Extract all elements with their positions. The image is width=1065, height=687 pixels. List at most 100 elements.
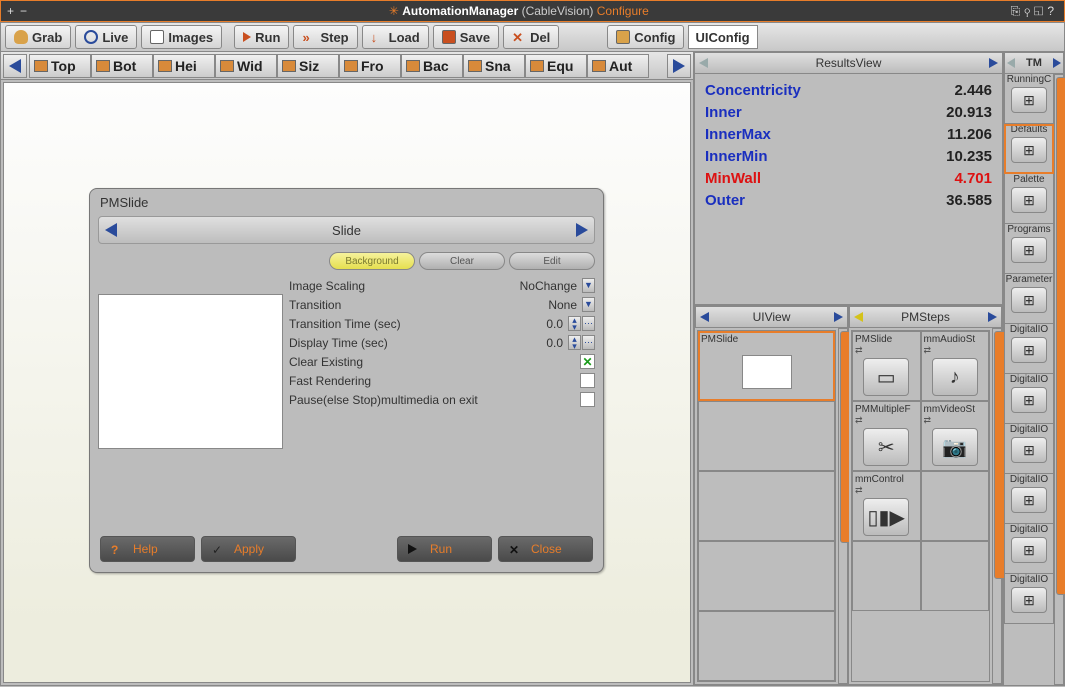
run-button[interactable]: Run xyxy=(234,25,289,49)
tm-item[interactable]: DigitalIO⊞ xyxy=(1004,524,1054,574)
prop-transition-label: Transition xyxy=(289,298,511,312)
arrow-right-icon[interactable] xyxy=(989,58,998,68)
arrow-left-icon[interactable] xyxy=(700,312,709,322)
dialog-run-button[interactable]: Run xyxy=(397,536,492,562)
tm-item[interactable]: Palette⊞ xyxy=(1004,174,1054,224)
dropdown-icon[interactable]: ▼ xyxy=(582,278,595,293)
close-button[interactable]: ✕Close xyxy=(498,536,593,562)
uiview-cell[interactable] xyxy=(698,611,835,681)
del-button[interactable]: ✕Del xyxy=(503,25,559,49)
dropdown-icon[interactable]: ▼ xyxy=(582,297,595,312)
pmsteps-cell[interactable]: PMSlide⇄▭ xyxy=(852,331,921,401)
tab-background[interactable]: Background xyxy=(329,252,415,270)
spinner-icon[interactable]: ▴▾ xyxy=(568,316,581,331)
dialog-next-button[interactable] xyxy=(576,223,588,237)
pmsteps-cell[interactable]: PMMultipleF⇄✂ xyxy=(852,401,921,471)
more-icon[interactable]: ⋯ xyxy=(582,335,595,350)
window-max-icon[interactable]: ◱ xyxy=(1034,4,1047,18)
uiview-cell[interactable]: PMSlide xyxy=(698,331,835,401)
nav-next-button[interactable] xyxy=(667,54,691,78)
tool-icon xyxy=(158,60,172,72)
sec-button-sna[interactable]: Sna xyxy=(463,54,525,78)
grab-button[interactable]: Grab xyxy=(5,25,71,49)
uiview-title: UIView xyxy=(753,310,791,324)
sec-button-equ[interactable]: Equ xyxy=(525,54,587,78)
sec-button-bot[interactable]: Bot xyxy=(91,54,153,78)
tool-icon xyxy=(220,60,234,72)
pmsteps-cell[interactable]: mmAudioSt⇄♪ xyxy=(921,331,990,401)
tm-item[interactable]: DigitalIO⊞ xyxy=(1004,574,1054,624)
window-save-icon[interactable]: ⎘ xyxy=(1011,4,1025,18)
pmsteps-cell[interactable] xyxy=(852,541,921,611)
fast-rendering-checkbox[interactable] xyxy=(580,373,595,388)
tm-item[interactable]: RunningC⊞ xyxy=(1004,74,1054,124)
sec-button-wid[interactable]: Wid xyxy=(215,54,277,78)
arrow-right-icon[interactable] xyxy=(988,312,997,322)
tm-item[interactable]: DigitalIO⊞ xyxy=(1004,474,1054,524)
config-input[interactable] xyxy=(688,25,758,49)
live-button[interactable]: Live xyxy=(75,25,137,49)
arrow-right-icon[interactable] xyxy=(1053,58,1061,68)
sec-button-fro[interactable]: Fro xyxy=(339,54,401,78)
scrollbar[interactable] xyxy=(1054,74,1064,685)
window-tool-icon[interactable]: ⚲ xyxy=(1024,4,1034,18)
pmsteps-cell[interactable]: mmVideoSt⇄📷 xyxy=(921,401,990,471)
tm-item[interactable]: Parameter⊞ xyxy=(1004,274,1054,324)
prop-transition-time-label: Transition Time (sec) xyxy=(289,317,497,331)
scrollbar[interactable] xyxy=(992,328,1002,684)
sec-button-bac[interactable]: Bac xyxy=(401,54,463,78)
tm-item[interactable]: DigitalIO⊞ xyxy=(1004,424,1054,474)
uiview-cell[interactable] xyxy=(698,471,835,541)
arrow-right-icon[interactable] xyxy=(834,312,843,322)
config-button[interactable]: Config xyxy=(607,25,684,49)
uiview-cell[interactable] xyxy=(698,541,835,611)
step-button[interactable]: »Step xyxy=(293,25,357,49)
uiview-grid: PMSlide xyxy=(697,330,836,682)
tm-item[interactable]: DigitalIO⊞ xyxy=(1004,374,1054,424)
tab-clear[interactable]: Clear xyxy=(419,252,505,270)
scrollbar[interactable] xyxy=(838,328,848,684)
tm-icon: ⊞ xyxy=(1011,537,1047,563)
pmsteps-cell[interactable]: mmControl⇄▯▮▶ xyxy=(852,471,921,541)
arrow-right-icon xyxy=(673,59,685,73)
step-icon: » xyxy=(302,30,316,44)
arrow-left-icon[interactable] xyxy=(854,312,863,322)
project-name: (CableVision) xyxy=(522,4,594,18)
tm-icon: ⊞ xyxy=(1011,487,1047,513)
sec-button-hei[interactable]: Hei xyxy=(153,54,215,78)
apply-button[interactable]: ✓Apply xyxy=(201,536,296,562)
tm-item[interactable]: Defaults⊞ xyxy=(1004,124,1054,174)
window-add-icon[interactable]: + xyxy=(7,4,14,18)
sec-button-aut[interactable]: Aut xyxy=(587,54,649,78)
load-button[interactable]: ↓Load xyxy=(362,25,429,49)
images-button[interactable]: Images xyxy=(141,25,222,49)
window-minimize-icon[interactable]: − xyxy=(20,4,27,18)
arrow-left-icon[interactable] xyxy=(1007,58,1015,68)
spinner-icon[interactable]: ▴▾ xyxy=(568,335,581,350)
tm-icon: ⊞ xyxy=(1011,437,1047,463)
result-name: InnerMin xyxy=(705,148,768,165)
clear-existing-checkbox[interactable]: ✕ xyxy=(580,354,595,369)
nav-prev-button[interactable] xyxy=(3,54,27,78)
more-icon[interactable]: ⋯ xyxy=(582,316,595,331)
help-button[interactable]: ?Help xyxy=(100,536,195,562)
uiview-cell[interactable] xyxy=(698,401,835,471)
dialog-prev-button[interactable] xyxy=(105,223,117,237)
pmsteps-cell[interactable] xyxy=(921,471,990,541)
tm-item[interactable]: DigitalIO⊞ xyxy=(1004,324,1054,374)
tool-icon xyxy=(344,60,358,72)
canvas-area: PMSlide Slide Background Clear Edit Ima xyxy=(3,82,691,683)
tm-item[interactable]: Programs⊞ xyxy=(1004,224,1054,274)
sec-button-siz[interactable]: Siz xyxy=(277,54,339,78)
tm-icon: ⊞ xyxy=(1011,587,1047,613)
tab-edit[interactable]: Edit xyxy=(509,252,595,270)
tool-icon xyxy=(406,60,420,72)
arrow-left-icon[interactable] xyxy=(699,58,708,68)
window-help-icon[interactable]: ? xyxy=(1047,4,1058,18)
tm-header: TM xyxy=(1004,52,1064,74)
tm-icon: ⊞ xyxy=(1011,137,1047,163)
save-button[interactable]: Save xyxy=(433,25,499,49)
pmsteps-cell[interactable] xyxy=(921,541,990,611)
pause-stop-checkbox[interactable] xyxy=(580,392,595,407)
sec-button-top[interactable]: Top xyxy=(29,54,91,78)
